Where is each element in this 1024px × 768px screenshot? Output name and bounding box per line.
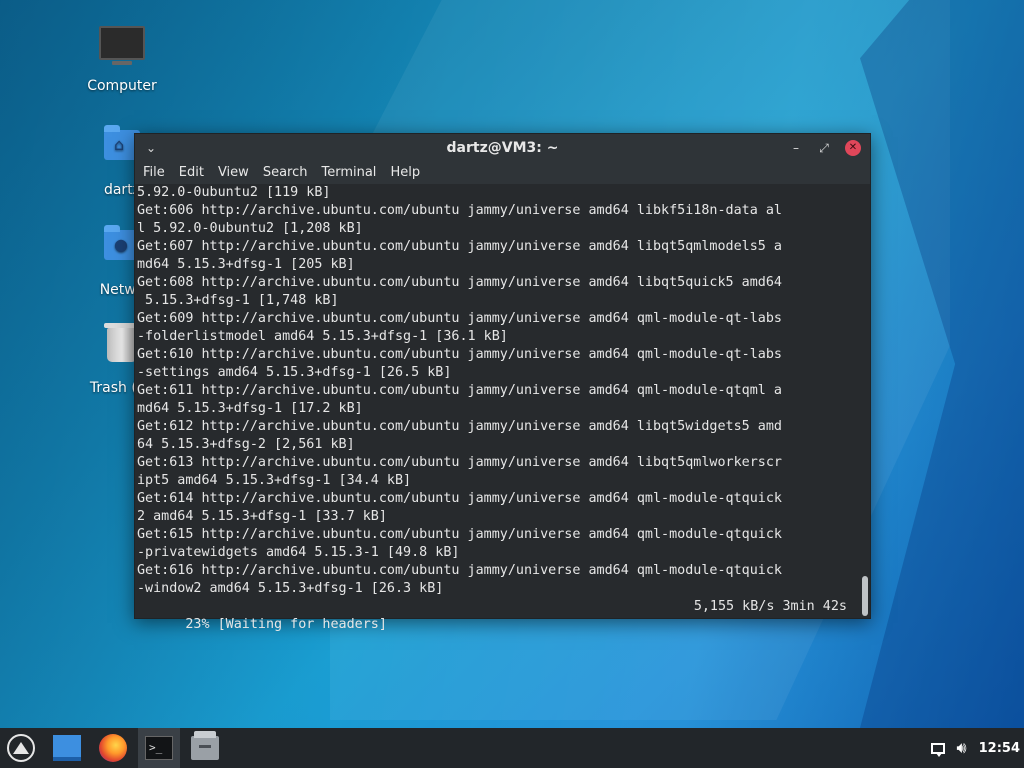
menu-terminal[interactable]: Terminal [315, 162, 384, 184]
output-lines: 5.92.0-0ubuntu2 [119 kB] Get:606 http://a… [137, 184, 857, 598]
menu-search[interactable]: Search [257, 162, 316, 184]
terminal-line: -settings amd64 5.15.3+dfsg-1 [26.5 kB] [137, 365, 452, 380]
system-tray: 🔊︎ 12:54 [930, 738, 1024, 758]
launcher-icon [7, 734, 35, 762]
terminal-icon: >_ [145, 736, 173, 760]
firefox-button[interactable] [92, 728, 134, 768]
scrollbar-thumb[interactable] [862, 576, 868, 616]
terminal-line: Get:610 http://archive.ubuntu.com/ubuntu… [137, 347, 782, 362]
show-desktop-icon [53, 735, 81, 761]
terminal-line: 2 amd64 5.15.3+dfsg-1 [33.7 kB] [137, 509, 387, 524]
terminal-line: -folderlistmodel amd64 5.15.3+dfsg-1 [36… [137, 329, 508, 344]
terminal-line: Get:616 http://archive.ubuntu.com/ubuntu… [137, 563, 782, 578]
terminal-line: Get:611 http://archive.ubuntu.com/ubuntu… [137, 383, 782, 398]
maximize-button[interactable]: ⤢ [816, 140, 832, 156]
terminal-line: md64 5.15.3+dfsg-1 [205 kB] [137, 257, 355, 272]
terminal-line: Get:614 http://archive.ubuntu.com/ubuntu… [137, 491, 782, 506]
computer-icon [98, 26, 146, 74]
clock[interactable]: 12:54 [979, 741, 1020, 756]
firefox-icon [99, 734, 127, 762]
desktop-icon-label: Computer [87, 78, 157, 94]
terminal-output[interactable]: 5.92.0-0ubuntu2 [119 kB] Get:606 http://a… [135, 184, 870, 632]
terminal-line: Get:609 http://archive.ubuntu.com/ubuntu… [137, 311, 782, 326]
menu-edit[interactable]: Edit [173, 162, 212, 184]
terminal-line: 5.92.0-0ubuntu2 [119 kB] [137, 185, 331, 200]
status-rate-eta: 5,155 kB/s 3min 42s [693, 599, 847, 614]
window-title: dartz@VM3: ~ [446, 140, 559, 156]
terminal-taskbar-button[interactable]: >_ [138, 728, 180, 768]
terminal-line: 64 5.15.3+dfsg-2 [2,561 kB] [137, 437, 355, 452]
minimize-button[interactable]: – [788, 140, 804, 156]
terminal-line: md64 5.15.3+dfsg-1 [17.2 kB] [137, 401, 363, 416]
menu-help[interactable]: Help [384, 162, 428, 184]
terminal-line: Get:606 http://archive.ubuntu.com/ubuntu… [137, 203, 782, 218]
volume-icon[interactable]: 🔊︎ [957, 738, 967, 758]
status-progress: 23% [Waiting for headers] [185, 617, 387, 632]
menu-bar: File Edit View Search Terminal Help [135, 162, 870, 184]
menu-file[interactable]: File [137, 162, 173, 184]
terminal-window[interactable]: ⌄ dartz@VM3: ~ – ⤢ ✕ File Edit View Sear… [134, 133, 871, 632]
terminal-line: -window2 amd64 5.15.3+dfsg-1 [26.3 kB] [137, 581, 444, 596]
terminal-line: Get:613 http://archive.ubuntu.com/ubuntu… [137, 455, 782, 470]
terminal-line: Get:612 http://archive.ubuntu.com/ubuntu… [137, 419, 782, 434]
terminal-line: Get:615 http://archive.ubuntu.com/ubuntu… [137, 527, 782, 542]
terminal-line: Get:608 http://archive.ubuntu.com/ubuntu… [137, 275, 782, 290]
app-launcher-button[interactable] [0, 728, 42, 768]
taskbar: >_ 🔊︎ 12:54 [0, 728, 1024, 768]
progress-status-line: 23% [Waiting for headers] 5,155 kB/s 3mi… [137, 598, 847, 670]
window-titlebar[interactable]: ⌄ dartz@VM3: ~ – ⤢ ✕ [135, 134, 870, 162]
desktop-icon-computer[interactable]: Computer [74, 22, 170, 94]
files-icon [191, 731, 219, 760]
close-button[interactable]: ✕ [845, 140, 861, 156]
terminal-line: ipt5 amd64 5.15.3+dfsg-1 [34.4 kB] [137, 473, 412, 488]
menu-view[interactable]: View [212, 162, 257, 184]
show-desktop-button[interactable] [46, 728, 88, 768]
wallpaper-shape-right [860, 0, 1024, 728]
files-button[interactable] [184, 728, 226, 768]
terminal-line: l 5.92.0-0ubuntu2 [1,208 kB] [137, 221, 363, 236]
terminal-line: 5.15.3+dfsg-1 [1,748 kB] [137, 293, 339, 308]
terminal-line: -privatewidgets amd64 5.15.3-1 [49.8 kB] [137, 545, 460, 560]
notifications-icon[interactable] [930, 742, 945, 757]
scrollbar[interactable] [860, 184, 868, 618]
terminal-line: Get:607 http://archive.ubuntu.com/ubuntu… [137, 239, 782, 254]
